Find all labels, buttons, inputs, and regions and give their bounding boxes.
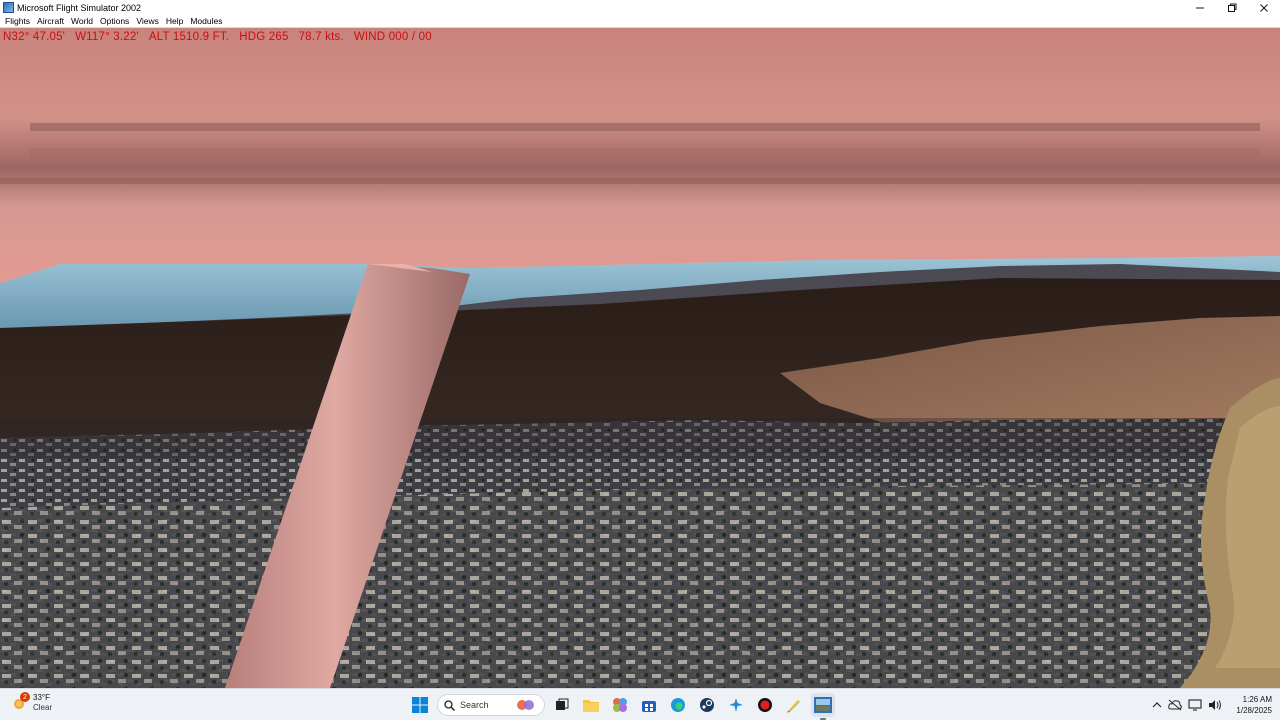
- copilot-icon: [517, 700, 534, 710]
- teams-icon: [613, 698, 627, 712]
- hud-latitude: N32° 47.05': [3, 31, 66, 43]
- menu-aircraft[interactable]: Aircraft: [37, 16, 64, 26]
- pen-icon: [787, 700, 800, 713]
- flight-sim-button[interactable]: [724, 693, 748, 717]
- menu-options[interactable]: Options: [100, 16, 129, 26]
- hud-readout: N32° 47.05' W117° 3.22' ALT 1510.9 FT. H…: [3, 31, 432, 43]
- teams-button[interactable]: [608, 693, 632, 717]
- weather-temp: 33°F: [33, 693, 50, 702]
- taskbar: 2 33°F Clear Search 1:26 AM 1/28/2025: [0, 688, 1280, 720]
- system-tray: 1:26 AM 1/28/2025: [1152, 693, 1272, 717]
- start-icon: [412, 697, 428, 713]
- hud-longitude: W117° 3.22': [75, 31, 139, 43]
- title-bar: Microsoft Flight Simulator 2002: [0, 0, 1280, 15]
- steam-icon: [700, 698, 714, 712]
- task-view-icon: [556, 698, 569, 710]
- edge-icon: [671, 698, 685, 712]
- hud-altitude: ALT 1510.9 FT.: [148, 31, 230, 43]
- menu-world[interactable]: World: [71, 16, 93, 26]
- cloud-icon[interactable]: [1168, 699, 1183, 711]
- menu-help[interactable]: Help: [166, 16, 183, 26]
- scenery: [0, 28, 1280, 688]
- minimize-button[interactable]: [1184, 0, 1216, 15]
- store-button[interactable]: [637, 693, 661, 717]
- display-icon[interactable]: [1188, 699, 1202, 711]
- file-explorer-icon: [583, 700, 599, 712]
- hud-airspeed: 78.7 kts.: [298, 31, 344, 43]
- edge-button[interactable]: [666, 693, 690, 717]
- flight-sim-icon: [729, 698, 743, 712]
- pen-button[interactable]: [782, 693, 806, 717]
- close-icon: [1260, 3, 1268, 12]
- restore-icon: [1228, 3, 1237, 12]
- taskbar-search[interactable]: Search: [437, 694, 545, 716]
- simulator-view[interactable]: N32° 47.05' W117° 3.22' ALT 1510.9 FT. H…: [0, 28, 1280, 688]
- start-button[interactable]: [408, 693, 432, 717]
- active-app-icon: [814, 697, 832, 713]
- hud-wind: WIND 000 / 00: [353, 31, 432, 43]
- weather-badge: 2: [20, 692, 30, 702]
- menu-modules[interactable]: Modules: [190, 16, 222, 26]
- store-icon: [642, 701, 656, 712]
- menu-flights[interactable]: Flights: [5, 16, 30, 26]
- weather-widget[interactable]: 2 33°F Clear: [12, 692, 53, 713]
- task-view-button[interactable]: [550, 693, 574, 717]
- active-app-button[interactable]: [811, 693, 835, 720]
- clock-time: 1:26 AM: [1242, 695, 1272, 704]
- steam-button[interactable]: [695, 693, 719, 717]
- sun-icon: 2: [12, 692, 30, 711]
- file-explorer-button[interactable]: [579, 693, 603, 717]
- chevron-up-icon[interactable]: [1152, 700, 1162, 710]
- menu-views[interactable]: Views: [136, 16, 159, 26]
- weather-condition: Clear: [33, 703, 53, 712]
- search-placeholder: Search: [460, 700, 489, 710]
- taskbar-apps: Search: [408, 693, 835, 720]
- search-icon: [444, 699, 455, 711]
- hud-heading: HDG 265: [239, 31, 289, 43]
- minimize-icon: [1196, 7, 1204, 8]
- window-controls: [1184, 0, 1280, 15]
- volume-icon[interactable]: [1208, 699, 1222, 711]
- window-title: Microsoft Flight Simulator 2002: [17, 2, 142, 13]
- restore-button[interactable]: [1216, 0, 1248, 15]
- app-icon: [3, 2, 14, 13]
- close-button[interactable]: [1248, 0, 1280, 15]
- menu-bar: Flights Aircraft World Options Views Hel…: [0, 15, 1280, 28]
- record-icon: [758, 698, 772, 712]
- record-button[interactable]: [753, 693, 777, 717]
- clock-date: 1/28/2025: [1236, 706, 1272, 715]
- clock[interactable]: 1:26 AM 1/28/2025: [1236, 694, 1272, 716]
